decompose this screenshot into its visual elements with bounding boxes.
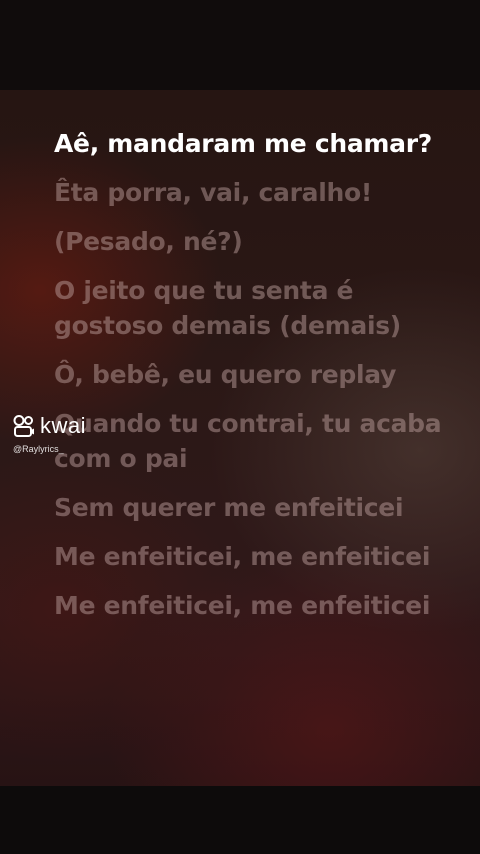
watermark-handle: @Raylyrics_: [13, 444, 64, 454]
watermark-logo: kwai: [12, 412, 122, 440]
lyric-line: Êta porra, vai, caralho!: [54, 178, 372, 207]
bottom-bar: [0, 786, 480, 854]
lyric-line: Aê, mandaram me chamar?: [54, 129, 432, 158]
lyric-line: Me enfeiticei, me enfeiticei: [54, 542, 431, 571]
watermark-brand: kwai: [40, 413, 87, 438]
kwai-logo-icon: [12, 414, 36, 438]
lyric-line: Me enfeiticei, me enfeiticei: [54, 591, 431, 620]
lyric-line: (Pesado, né?): [54, 227, 243, 256]
lyric-line: Sem querer me enfeiticei: [54, 493, 404, 522]
top-bar: [0, 0, 480, 90]
kwai-watermark: kwai @Raylyrics_: [12, 412, 122, 460]
lyric-line: O jeito que tu senta é gostoso demais (d…: [54, 276, 401, 340]
lyric-line: Ô, bebê, eu quero replay: [54, 360, 397, 389]
